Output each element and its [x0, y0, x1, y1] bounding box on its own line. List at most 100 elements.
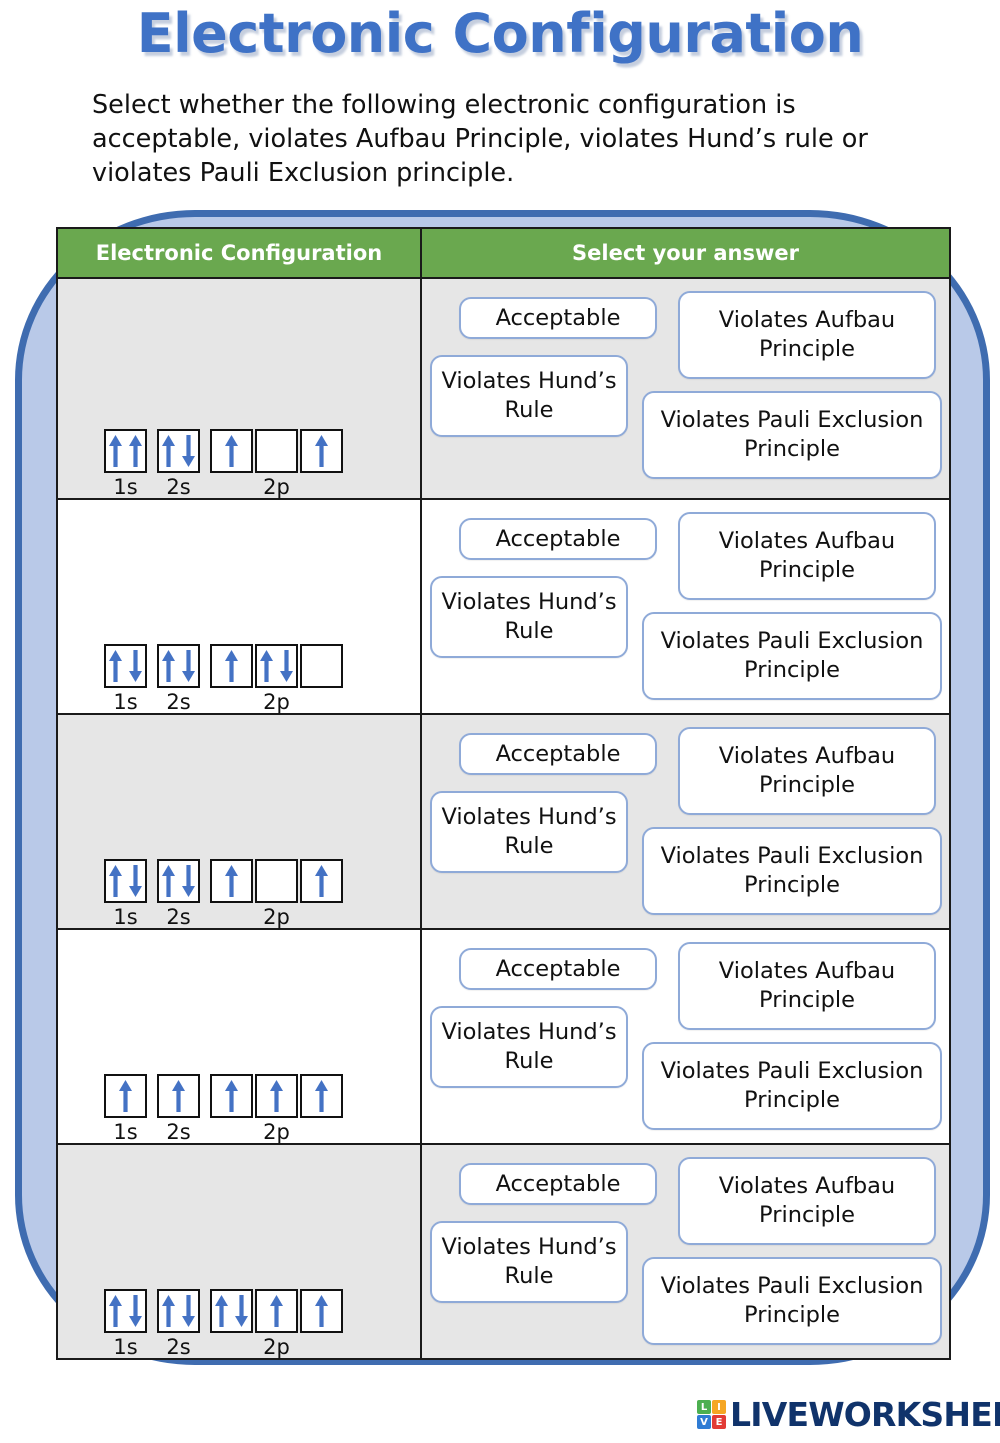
orbital-group-2s: 2s	[157, 644, 200, 713]
electron-configuration-cell: 1s 2s 2p	[56, 498, 422, 715]
option-acceptable-row-3[interactable]: Acceptable	[459, 733, 657, 775]
electron-arrow-up	[302, 431, 341, 471]
orbital-box	[210, 859, 253, 903]
option-violates-pauli-exclusion-principle-row-3[interactable]: Violates Pauli Exclusion Principle	[642, 827, 942, 915]
liveworksheets-logo: L I V E LIVEWORKSHEETS	[697, 1398, 1000, 1431]
empty-orbital	[257, 861, 296, 901]
orbital-box	[104, 859, 147, 903]
orbital-group-1s: 1s	[104, 859, 147, 928]
orbital-sublevel-label: 1s	[113, 1335, 138, 1359]
orbital-box	[104, 1074, 147, 1118]
electron-configuration-cell: 1s 2s 2p	[56, 713, 422, 930]
orbital-group-2p: 2p	[210, 644, 343, 713]
option-violates-aufbau-principle-row-3[interactable]: Violates Aufbau Principle	[678, 727, 936, 815]
option-violates-pauli-exclusion-principle-row-1[interactable]: Violates Pauli Exclusion Principle	[642, 391, 942, 479]
orbital-box	[104, 1289, 147, 1333]
option-violates-aufbau-principle-row-5[interactable]: Violates Aufbau Principle	[678, 1157, 936, 1245]
configuration-table: Electronic Configuration Select your ans…	[56, 227, 951, 1360]
answer-options-cell: Acceptable Violates Hund’s Rule Violates A…	[420, 928, 951, 1145]
orbital-group-2p: 2p	[210, 859, 343, 928]
orbital-sublevel-label: 2p	[263, 690, 290, 714]
orbital-diagram: 1s 2s 2p	[58, 1145, 420, 1358]
electron-arrow-pair-up-down	[106, 1291, 145, 1331]
orbital-box-row	[104, 1074, 147, 1118]
orbital-box-row	[104, 429, 147, 473]
logo-tile-grid: L I V E	[697, 1400, 726, 1429]
orbital-box	[300, 1289, 343, 1333]
option-violates-pauli-exclusion-principle-row-5[interactable]: Violates Pauli Exclusion Principle	[642, 1257, 942, 1345]
option-violates-pauli-exclusion-principle-row-2[interactable]: Violates Pauli Exclusion Principle	[642, 612, 942, 700]
orbital-sublevel-label: 2p	[263, 475, 290, 499]
orbital-box	[300, 644, 343, 688]
option-violates-hunds-rule-row-2[interactable]: Violates Hund’s Rule	[430, 576, 628, 658]
electron-arrow-pair-up-down	[159, 646, 198, 686]
orbital-box	[157, 859, 200, 903]
electron-arrow-up	[302, 861, 341, 901]
orbital-box	[255, 1074, 298, 1118]
column-header-configuration: Electronic Configuration	[56, 227, 422, 279]
orbital-box-row	[210, 1289, 343, 1333]
logo-tile-i: I	[712, 1400, 726, 1414]
orbital-box-row	[157, 859, 200, 903]
orbital-box	[210, 1074, 253, 1118]
electron-arrow-up	[212, 861, 251, 901]
electron-arrow-pair-up-down	[106, 646, 145, 686]
orbital-box	[104, 429, 147, 473]
orbital-box	[300, 1074, 343, 1118]
electron-configuration-cell: 1s 2s 2p	[56, 928, 422, 1145]
answer-option-group: Acceptable Violates Hund’s Rule Violates A…	[422, 279, 949, 498]
electron-arrow-up	[257, 1291, 296, 1331]
option-violates-pauli-exclusion-principle-row-4[interactable]: Violates Pauli Exclusion Principle	[642, 1042, 942, 1130]
option-violates-aufbau-principle-row-1[interactable]: Violates Aufbau Principle	[678, 291, 936, 379]
option-violates-hunds-rule-row-4[interactable]: Violates Hund’s Rule	[430, 1006, 628, 1088]
orbital-group-1s: 1s	[104, 429, 147, 498]
answer-options-cell: Acceptable Violates Hund’s Rule Violates A…	[420, 277, 951, 500]
option-violates-hunds-rule-row-3[interactable]: Violates Hund’s Rule	[430, 791, 628, 873]
electron-arrow-pair-up-down	[212, 1291, 251, 1331]
option-acceptable-row-5[interactable]: Acceptable	[459, 1163, 657, 1205]
orbital-group-1s: 1s	[104, 644, 147, 713]
orbital-box-row	[104, 644, 147, 688]
logo-tile-l: L	[697, 1400, 711, 1414]
option-violates-aufbau-principle-row-4[interactable]: Violates Aufbau Principle	[678, 942, 936, 1030]
orbital-sublevel-label: 2p	[263, 1120, 290, 1144]
orbital-box-row	[157, 429, 200, 473]
table-head: Electronic Configuration Select your ans…	[56, 227, 951, 279]
orbital-group-2p: 2p	[210, 429, 343, 498]
electron-arrow-pair-up-down	[257, 646, 296, 686]
orbital-diagram: 1s 2s 2p	[58, 500, 420, 713]
table-row: 1s 2s 2p Acceptable Violates Hund’s Rule Viol…	[56, 498, 951, 715]
electron-arrow-pair-up-down	[159, 861, 198, 901]
electron-arrow-up	[257, 1076, 296, 1116]
orbital-box	[210, 1289, 253, 1333]
table-row: 1s 2s 2p Acceptable Violates Hund’s Rule Viol…	[56, 1143, 951, 1360]
option-acceptable-row-2[interactable]: Acceptable	[459, 518, 657, 560]
option-acceptable-row-1[interactable]: Acceptable	[459, 297, 657, 339]
orbital-sublevel-label: 2s	[166, 475, 191, 499]
column-header-answer: Select your answer	[420, 227, 951, 279]
orbital-box-row	[157, 644, 200, 688]
empty-orbital	[257, 431, 296, 471]
orbital-box	[255, 1289, 298, 1333]
table-header-row: Electronic Configuration Select your ans…	[56, 227, 951, 279]
empty-orbital	[302, 646, 341, 686]
option-acceptable-row-4[interactable]: Acceptable	[459, 948, 657, 990]
orbital-group-2s: 2s	[157, 859, 200, 928]
orbital-box-row	[210, 644, 343, 688]
option-violates-hunds-rule-row-5[interactable]: Violates Hund’s Rule	[430, 1221, 628, 1303]
orbital-box	[157, 1289, 200, 1333]
orbital-box	[157, 644, 200, 688]
electron-arrow-pair-up-down	[159, 431, 198, 471]
option-violates-aufbau-principle-row-2[interactable]: Violates Aufbau Principle	[678, 512, 936, 600]
logo-tile-e: E	[712, 1415, 726, 1429]
orbital-sublevel-label: 1s	[113, 1120, 138, 1144]
answer-options-cell: Acceptable Violates Hund’s Rule Violates A…	[420, 498, 951, 715]
table-row: 1s 2s 2p Acceptable Violates Hund’s Rule Viol…	[56, 928, 951, 1145]
electron-arrow-up	[302, 1076, 341, 1116]
answer-options-cell: Acceptable Violates Hund’s Rule Violates A…	[420, 713, 951, 930]
electron-arrow-up	[302, 1291, 341, 1331]
orbital-group-2p: 2p	[210, 1074, 343, 1143]
electron-arrow-up	[212, 1076, 251, 1116]
option-violates-hunds-rule-row-1[interactable]: Violates Hund’s Rule	[430, 355, 628, 437]
answer-option-group: Acceptable Violates Hund’s Rule Violates A…	[422, 1145, 949, 1358]
